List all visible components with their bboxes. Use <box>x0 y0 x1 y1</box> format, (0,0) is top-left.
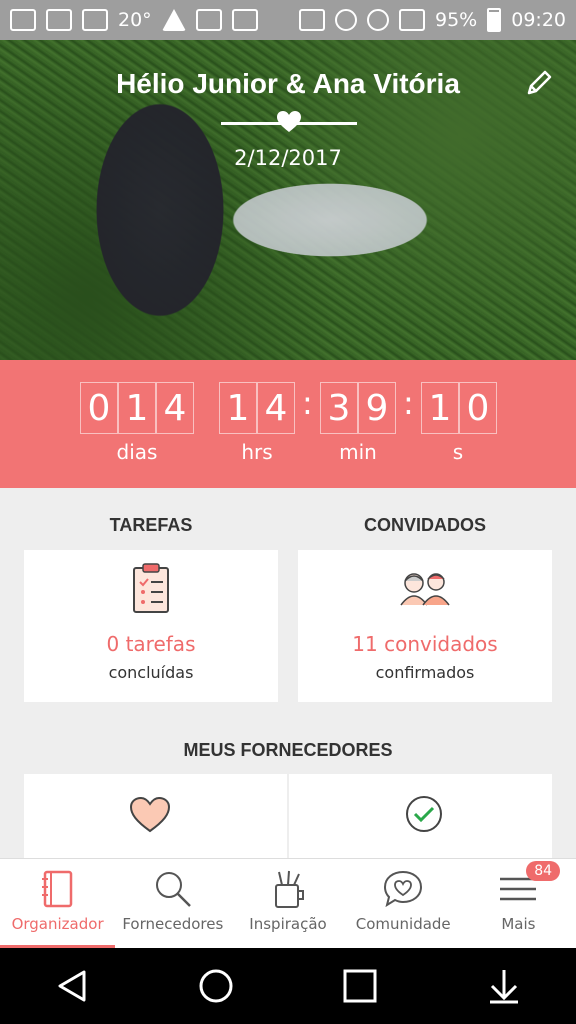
system-nav-bar <box>0 948 576 1024</box>
nav-mais[interactable]: Mais 84 <box>461 859 576 948</box>
download-icon <box>10 9 36 31</box>
recent-apps-icon[interactable] <box>342 968 378 1004</box>
guests-title: CONVIDADOS <box>363 515 486 535</box>
booked-vendors-card[interactable] <box>289 774 552 864</box>
alarm-icon <box>335 9 357 31</box>
guests-sub: confirmados <box>375 663 475 682</box>
battery-percent: 95% <box>435 9 478 31</box>
nav-organizador[interactable]: Organizador <box>0 859 116 948</box>
tasks-count: 0 tarefas <box>106 632 196 656</box>
nav-inspiracao[interactable]: Inspiração <box>230 859 345 948</box>
checklist-icon <box>133 563 169 613</box>
heart-icon <box>129 796 171 833</box>
digit: 3 <box>320 382 358 434</box>
clock: 09:20 <box>511 9 566 31</box>
seconds-label: s <box>452 440 464 464</box>
favorite-vendors-card[interactable] <box>24 774 287 864</box>
notification-badge: 84 <box>526 861 561 881</box>
nav-label: Inspiração <box>249 915 327 933</box>
digit: 4 <box>257 382 295 434</box>
battery-icon <box>487 8 502 32</box>
tasks-sub: concluídas <box>108 663 194 682</box>
temperature: 20° <box>118 9 152 31</box>
signal-icon <box>399 9 425 31</box>
days-label: dias <box>116 440 158 464</box>
digit: 1 <box>118 382 156 434</box>
tools-cup-icon <box>275 870 304 908</box>
nav-label: Organizador <box>11 915 104 933</box>
checkbox-icon <box>82 9 108 31</box>
guests-count: 11 convidados <box>352 632 498 656</box>
guests-card[interactable]: 11 convidados confirmados <box>298 550 552 702</box>
digit: 1 <box>421 382 459 434</box>
digit: 1 <box>219 382 257 434</box>
search-icon <box>155 872 191 907</box>
colon-separator: : <box>403 384 414 422</box>
nav-fornecedores[interactable]: Fornecedores <box>115 859 230 948</box>
heart-icon <box>277 111 301 132</box>
digit: 0 <box>459 382 497 434</box>
couple-names: Hélio Junior & Ana Vitória <box>116 68 460 99</box>
wifi-icon <box>367 9 389 31</box>
notebook-icon <box>41 870 72 908</box>
seconds-digits: 1 0 <box>421 382 497 434</box>
nav-label: Mais <box>501 915 536 933</box>
couple-photo-header: Hélio Junior & Ana Vitória 2/12/2017 <box>0 40 576 360</box>
minutes-digits: 3 9 <box>320 382 396 434</box>
message-icon <box>231 9 258 31</box>
nav-label: Fornecedores <box>122 915 224 933</box>
status-bar: 20° 95% 09:20 <box>0 0 576 40</box>
digit: 4 <box>156 382 194 434</box>
mail-icon <box>46 9 72 31</box>
wedding-countdown: 0 1 4 1 4 : 3 9 : 1 0 dias hrs min s <box>0 360 576 488</box>
pencil-icon[interactable] <box>524 68 554 98</box>
digit: 0 <box>80 382 118 434</box>
tasks-card[interactable]: 0 tarefas concluídas <box>24 550 278 702</box>
notifications-down-icon[interactable] <box>486 968 522 1004</box>
image-icon <box>195 9 222 31</box>
vendors-title: MEUS FORNECEDORES <box>183 740 393 760</box>
nav-label: Comunidade <box>355 915 451 933</box>
bottom-nav: Organizador Fornecedores Inspiração Comu… <box>0 858 576 948</box>
days-digits: 0 1 4 <box>80 382 194 434</box>
check-circle-icon <box>406 796 442 832</box>
nav-comunidade[interactable]: Comunidade <box>346 859 461 948</box>
back-icon[interactable] <box>54 968 90 1004</box>
digit: 9 <box>358 382 396 434</box>
warning-icon <box>161 9 186 31</box>
tasks-title: TAREFAS <box>109 515 193 535</box>
guests-icon <box>400 573 450 606</box>
wedding-date: 2/12/2017 <box>234 146 342 170</box>
colon-separator: : <box>302 384 313 422</box>
chat-heart-icon <box>384 870 423 908</box>
hours-digits: 1 4 <box>219 382 295 434</box>
home-icon[interactable] <box>198 968 234 1004</box>
vibrate-icon <box>299 9 325 31</box>
